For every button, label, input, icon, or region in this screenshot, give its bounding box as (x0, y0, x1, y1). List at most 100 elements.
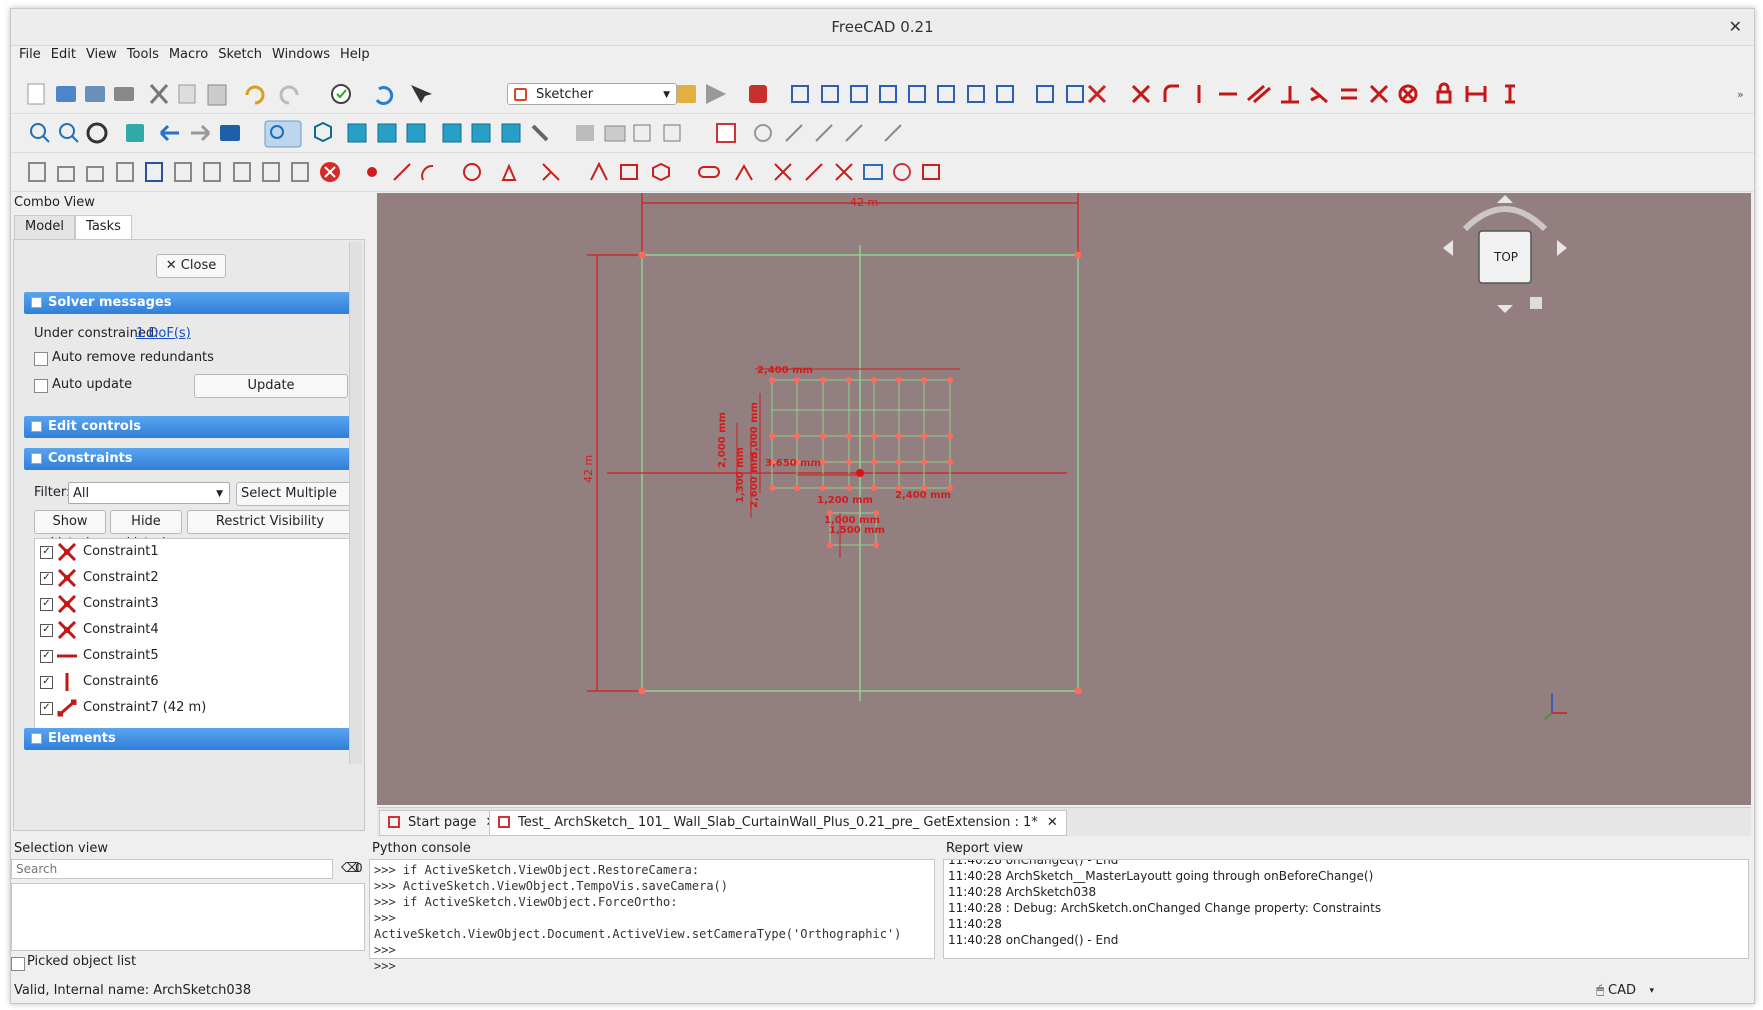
constraints-header[interactable]: Constraints (24, 448, 350, 470)
select-multiple-button[interactable]: Select Multiple (236, 482, 362, 506)
close-button-label: Close (180, 258, 217, 273)
auto-remove-checkbox[interactable] (34, 352, 48, 366)
python-console-output[interactable]: >>> if ActiveSketch.ViewObject.RestoreCa… (369, 859, 935, 973)
list-item[interactable]: ✓ Constraint2 (35, 565, 353, 591)
tab-label: Start page (408, 815, 477, 830)
toolbar-icons-row-1: » (27, 82, 1744, 106)
visibility-checkbox[interactable]: ✓ (40, 546, 53, 559)
menu-file[interactable]: File (17, 45, 49, 67)
list-item[interactable]: ✓ Constraint4 (35, 617, 353, 643)
tab-model[interactable]: Model (14, 215, 76, 239)
list-item[interactable]: ✓ Constraint3 (35, 591, 353, 617)
menu-macro[interactable]: Macro (167, 45, 216, 67)
report-view-output[interactable]: 11:40:28 onChanged() - End 11:40:28 Arch… (943, 859, 1749, 959)
dim-label: 1,500 mm (829, 525, 885, 536)
python-console: Python console >>> if ActiveSketch.ViewO… (369, 839, 939, 979)
tab-start-page[interactable]: Start page ✕ (379, 810, 506, 836)
visibility-checkbox[interactable]: ✓ (40, 598, 53, 611)
list-item[interactable]: ✓ Constraint5 (35, 643, 353, 669)
list-item[interactable]: ✓ Constraint1 (35, 539, 353, 565)
vertical-icon (65, 673, 69, 691)
visibility-checkbox[interactable]: ✓ (40, 572, 53, 585)
tab-tasks[interactable]: Tasks (75, 215, 132, 239)
sketcher-toolbar-icons (28, 161, 940, 182)
selection-list[interactable] (11, 883, 365, 951)
picked-list-checkbox[interactable] (11, 957, 25, 971)
filter-select[interactable]: All ▼ (68, 482, 230, 504)
workbench-selector[interactable]: Sketcher ▼ (507, 83, 677, 105)
menu-sketch[interactable]: Sketch (216, 45, 270, 67)
edit-controls-header[interactable]: Edit controls (24, 416, 350, 438)
status-bar: Valid, Internal name: ArchSketch038 🖱 CA… (11, 979, 1754, 1003)
update-button[interactable]: Update (194, 374, 348, 398)
auto-update-checkbox[interactable] (34, 379, 48, 393)
show-listed-button[interactable]: Show Listed (34, 510, 106, 551)
combo-tabs: Model Tasks (14, 215, 132, 239)
filter-value: All (73, 486, 90, 501)
report-line: 11:40:28 ArchSketch__MasterLayoutt going… (948, 869, 1374, 883)
menu-tools[interactable]: Tools (125, 45, 167, 67)
3d-viewport[interactable]: 42 m 42 m 2,400 mm 1,200 mm 1,000 mm 1,5… (377, 193, 1751, 805)
visibility-checkbox[interactable]: ✓ (40, 624, 53, 637)
search-input[interactable] (11, 859, 333, 879)
report-line: 11:40:28 (948, 917, 1002, 931)
coincident-icon (57, 621, 77, 639)
menu-windows[interactable]: Windows (270, 45, 338, 67)
navigation-cube[interactable]: TOP (1443, 195, 1567, 313)
freecad-icon (388, 816, 400, 828)
status-text: Valid, Internal name: ArchSketch038 (14, 983, 252, 998)
svg-text:»: » (1737, 88, 1744, 101)
hide-listed-button[interactable]: Hide Listed (110, 510, 182, 551)
coincident-icon (57, 595, 77, 613)
restrict-visibility-button[interactable]: Restrict Visibility (187, 510, 353, 534)
dimension-left: 42 m (582, 455, 595, 483)
console-line: >>> if ActiveSketch.ViewObject.ForceOrth… (374, 895, 678, 909)
toolbar-row-3 (11, 153, 1754, 192)
combo-view: Combo View Model Tasks ✕ Close Solver me… (11, 193, 373, 831)
visibility-checkbox[interactable]: ✓ (40, 650, 53, 663)
navcube-face-label: TOP (1493, 250, 1518, 264)
console-line: >>> (374, 959, 396, 973)
list-item[interactable]: ✓ Constraint6 (35, 669, 353, 695)
solver-messages-label: Solver messages (48, 295, 172, 310)
tab-document[interactable]: Test_ ArchSketch_ 101_ Wall_Slab_Curtain… (489, 810, 1067, 836)
dim-label: 2,400 mm (895, 490, 951, 501)
close-icon[interactable]: ✕ (1729, 9, 1742, 45)
auto-remove-label: Auto remove redundants (52, 350, 214, 365)
menu-bar: File Edit View Tools Macro Sketch Window… (11, 45, 1754, 67)
sketch-canvas[interactable]: 42 m 42 m 2,400 mm 1,200 mm 1,000 mm 1,5… (377, 193, 1751, 805)
elements-header[interactable]: Elements (24, 728, 350, 750)
tab-label: Test_ ArchSketch_ 101_ Wall_Slab_Curtain… (518, 815, 1038, 830)
navigation-style[interactable]: CAD (1608, 979, 1636, 1003)
constraint-label: Constraint4 (83, 622, 159, 637)
close-button[interactable]: ✕ Close (156, 254, 226, 278)
constraint-label: Constraint7 (42 m) (83, 700, 207, 715)
toolbar-row-1: » Sketcher ▼ (11, 75, 1754, 114)
workbench-name: Sketcher (536, 87, 594, 102)
menu-help[interactable]: Help (338, 45, 378, 67)
menu-edit[interactable]: Edit (49, 45, 84, 67)
report-view-title: Report view (946, 841, 1024, 856)
report-line: 11:40:28 : Debug: ArchSketch.onChanged C… (948, 901, 1382, 915)
visibility-checkbox[interactable]: ✓ (40, 702, 53, 715)
close-icon[interactable]: ✕ (1047, 811, 1058, 835)
dof-link[interactable]: 1 DoF(s) (136, 326, 191, 341)
visibility-checkbox[interactable]: ✓ (40, 676, 53, 689)
filter-label: Filter: (34, 485, 71, 500)
report-line: 11:40:28 onChanged() - End (948, 859, 1119, 867)
toolbar-row-2 (11, 114, 1754, 153)
freecad-icon (498, 816, 510, 828)
chevron-down-icon[interactable]: ▾ (1649, 979, 1654, 1003)
console-line: >>> ActiveSketch.ViewObject.Document.Act… (374, 911, 902, 941)
edit-controls-label: Edit controls (48, 419, 142, 434)
selection-view: Selection view ⌫ 0 Picked object list (11, 839, 367, 979)
report-line: 11:40:28 ArchSketch038 (948, 885, 1097, 899)
constraint-label: Constraint6 (83, 674, 159, 689)
task-scrollbar[interactable] (349, 242, 362, 764)
list-item[interactable]: ✓ Constraint7 (42 m) (35, 695, 353, 721)
solver-messages-header[interactable]: Solver messages (24, 292, 350, 314)
dim-label: 1,200 mm (817, 495, 873, 506)
report-line: 11:40:28 onChanged() - End (948, 933, 1119, 947)
dimension-top: 42 m (850, 196, 878, 209)
menu-view[interactable]: View (84, 45, 125, 67)
